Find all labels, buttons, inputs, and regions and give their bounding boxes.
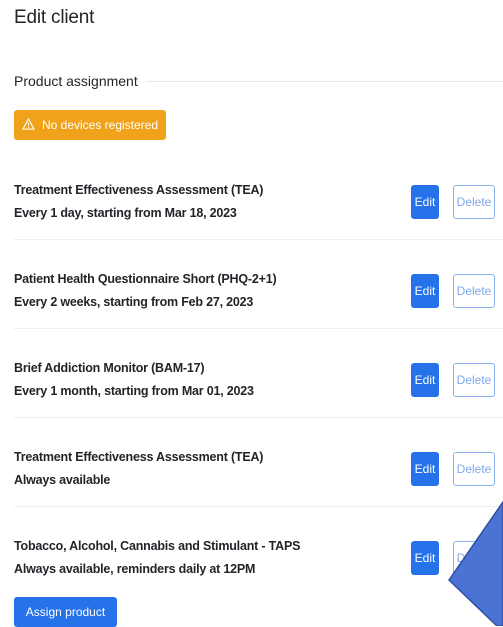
warning-triangle-icon [22,117,35,133]
edit-button[interactable]: Edit [411,541,439,575]
delete-button[interactable]: Delete [453,452,495,486]
assign-product-button[interactable]: Assign product [14,597,117,627]
product-schedule: Every 1 month, starting from Mar 01, 202… [14,384,254,398]
section-header: Product assignment [14,73,503,93]
no-devices-warning: No devices registered [14,110,166,140]
section-divider [147,81,503,82]
delete-button[interactable]: Delete [453,363,495,397]
edit-button[interactable]: Edit [411,274,439,308]
product-schedule: Always available, reminders daily at 12P… [14,562,256,576]
delete-button[interactable]: Delete [453,541,495,575]
product-name: Patient Health Questionnaire Short (PHQ-… [14,272,277,286]
product-row: Treatment Effectiveness Assessment (TEA)… [14,151,503,240]
edit-button[interactable]: Edit [411,452,439,486]
warning-text: No devices registered [41,118,159,132]
edit-button[interactable]: Edit [411,185,439,219]
product-schedule: Every 1 day, starting from Mar 18, 2023 [14,206,237,220]
product-row: Brief Addiction Monitor (BAM-17) Every 1… [14,329,503,418]
delete-button[interactable]: Delete [453,274,495,308]
product-row: Tobacco, Alcohol, Cannabis and Stimulant… [14,507,503,596]
product-name: Brief Addiction Monitor (BAM-17) [14,361,205,375]
product-row: Patient Health Questionnaire Short (PHQ-… [14,240,503,329]
product-name: Tobacco, Alcohol, Cannabis and Stimulant… [14,539,301,553]
product-row: Treatment Effectiveness Assessment (TEA)… [14,418,503,507]
product-name: Treatment Effectiveness Assessment (TEA) [14,183,264,197]
product-name: Treatment Effectiveness Assessment (TEA) [14,450,264,464]
section-title: Product assignment [14,73,138,89]
product-schedule: Every 2 weeks, starting from Feb 27, 202… [14,295,254,309]
edit-button[interactable]: Edit [411,363,439,397]
page-title: Edit client [14,7,95,28]
product-schedule: Always available [14,473,111,487]
delete-button[interactable]: Delete [453,185,495,219]
